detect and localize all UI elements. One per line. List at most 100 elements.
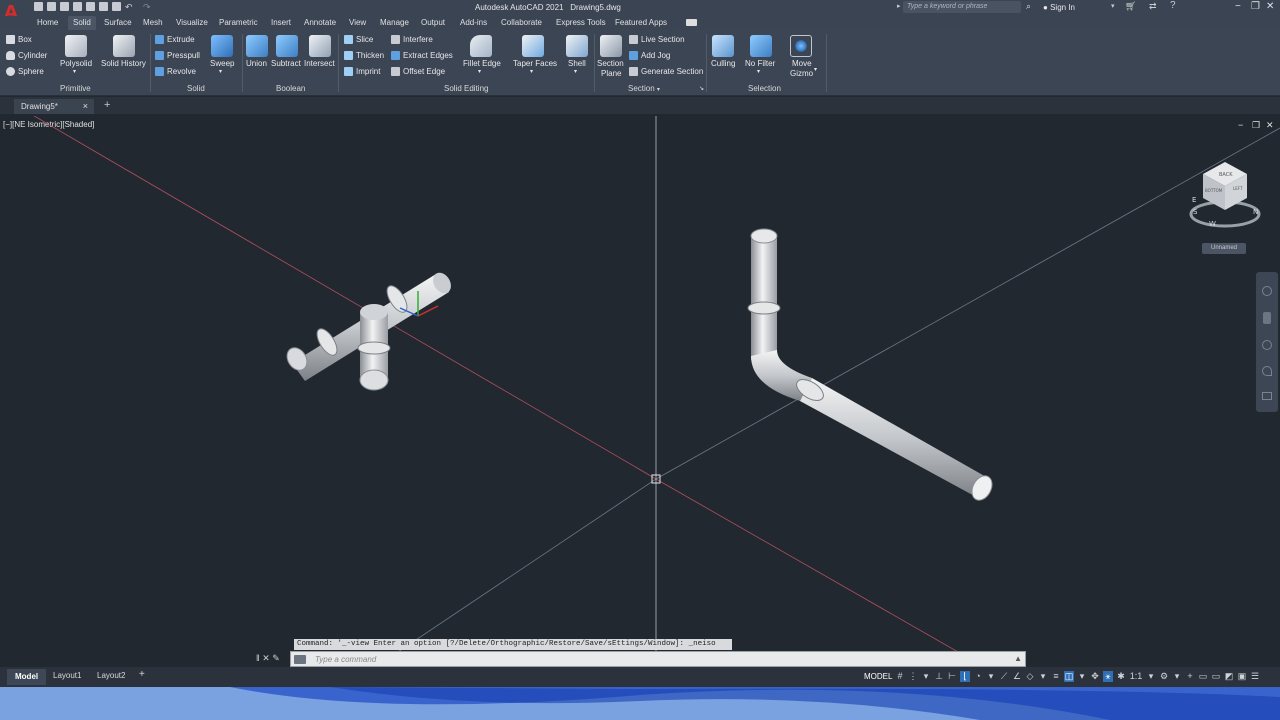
generate-section-button[interactable]: Generate Section	[629, 67, 703, 76]
extrude-button[interactable]: Extrude	[155, 35, 195, 44]
culling-icon[interactable]	[712, 35, 734, 57]
signin-dropdown-icon[interactable]: ▾	[1111, 2, 1115, 10]
drawing-viewport[interactable]: [−][NE Isometric][Shaded] − ❐ ✕	[0, 116, 1280, 664]
plot-icon[interactable]	[112, 2, 121, 11]
offset-edge-button[interactable]: Offset Edge	[391, 67, 445, 76]
redo-icon[interactable]: ↷	[143, 2, 157, 12]
thicken-button[interactable]: Thicken	[344, 51, 384, 60]
scale-dropdown-icon[interactable]: ▾	[1146, 671, 1156, 682]
union-button[interactable]: Union	[246, 59, 267, 68]
dynamic-input-icon[interactable]: ⊢	[947, 671, 957, 682]
file-tab-drawing5[interactable]: Drawing5* ×	[14, 99, 94, 114]
osnap-icon[interactable]: ◇	[1025, 671, 1035, 682]
polar-icon[interactable]: ◔	[973, 671, 983, 682]
taper-faces-button[interactable]: Taper Faces	[513, 59, 557, 68]
search-input[interactable]: Type a keyword or phrase	[903, 1, 1021, 13]
tab-parametric[interactable]: Parametric	[219, 18, 258, 27]
elbow-pipe-model[interactable]	[747, 228, 996, 504]
revolve-button[interactable]: Revolve	[155, 67, 196, 76]
tab-collaborate[interactable]: Collaborate	[501, 18, 542, 27]
subtract-button[interactable]: Subtract	[271, 59, 301, 68]
lineweight-icon[interactable]: ≡	[1051, 671, 1061, 682]
panel-title-section[interactable]: Section ▾	[628, 84, 660, 93]
navigation-bar[interactable]	[1256, 272, 1278, 412]
new-icon[interactable]	[34, 2, 43, 11]
exchange-icon[interactable]: ⇄	[1149, 1, 1157, 12]
model-space-indicator[interactable]: MODEL	[864, 672, 892, 681]
tab-insert[interactable]: Insert	[271, 18, 291, 27]
tab-surface[interactable]: Surface	[104, 18, 132, 27]
tab-add-ins[interactable]: Add-ins	[460, 18, 487, 27]
osnap-tracking-icon[interactable]: ∠	[1012, 671, 1022, 682]
tab-featured-apps[interactable]: Featured Apps	[615, 18, 667, 27]
sweep-button[interactable]: Sweep	[210, 59, 234, 68]
save-web-icon[interactable]	[99, 2, 108, 11]
fillet-edge-dropdown-icon[interactable]: ▾	[478, 68, 481, 75]
extract-edges-button[interactable]: Extract Edges	[391, 51, 453, 60]
interfere-button[interactable]: Interfere	[391, 35, 433, 44]
steering-wheel-icon[interactable]	[1262, 286, 1272, 296]
tab-solid[interactable]: Solid	[68, 16, 96, 30]
sweep-icon[interactable]	[211, 35, 233, 57]
tab-annotate[interactable]: Annotate	[304, 18, 336, 27]
infer-constraints-icon[interactable]: ⊥	[934, 671, 944, 682]
shell-dropdown-icon[interactable]: ▾	[574, 68, 577, 75]
annotation-scale-label[interactable]: 1:1	[1129, 671, 1143, 682]
recent-commands-icon[interactable]	[294, 655, 306, 664]
dialog-launcher-icon[interactable]: ↘	[699, 85, 704, 92]
customize-icon[interactable]: ✎	[272, 653, 280, 663]
annotation-visibility-icon[interactable]: ⚹	[1103, 671, 1113, 682]
selection-dropdown-icon[interactable]: ▾	[1077, 671, 1087, 682]
intersect-icon[interactable]	[309, 35, 331, 57]
solid-history-icon[interactable]	[113, 35, 135, 57]
customize-status-icon[interactable]: ☰	[1250, 671, 1260, 682]
polysolid-button[interactable]: Polysolid	[60, 59, 92, 68]
ortho-icon[interactable]: ⌊	[960, 671, 970, 682]
cart-icon[interactable]: 🛒︎	[1125, 1, 1136, 12]
section-plane-button[interactable]: Section	[597, 59, 624, 68]
move-gizmo-dropdown-icon[interactable]: ▾	[814, 66, 817, 73]
new-tab-button[interactable]: +	[104, 99, 110, 111]
shell-icon[interactable]	[566, 35, 588, 57]
shell-button[interactable]: Shell	[568, 59, 586, 68]
sphere-button[interactable]: Sphere	[6, 67, 44, 76]
section-plane-icon[interactable]	[600, 35, 622, 57]
add-layout-button[interactable]: +	[139, 669, 145, 680]
tab-home[interactable]: Home	[37, 18, 58, 27]
expand-history-icon[interactable]: ▲	[1014, 654, 1022, 663]
live-section-button[interactable]: Live Section	[629, 35, 685, 44]
save-as-icon[interactable]	[73, 2, 82, 11]
no-filter-icon[interactable]	[750, 35, 772, 57]
intersect-button[interactable]: Intersect	[304, 59, 335, 68]
fillet-edge-button[interactable]: Fillet Edge	[463, 59, 501, 68]
culling-button[interactable]: Culling	[711, 59, 735, 68]
workspace-dropdown-icon[interactable]: ▾	[1172, 671, 1182, 682]
ucs-menu[interactable]: Unnamed	[1202, 243, 1246, 254]
zoom-icon[interactable]	[1262, 340, 1272, 350]
tab-layout1[interactable]: Layout1	[53, 671, 81, 680]
view-cube[interactable]: BACK BOTTOM LEFT N S W E	[1183, 154, 1267, 230]
presspull-button[interactable]: Presspull	[155, 51, 200, 60]
subtract-icon[interactable]	[276, 35, 298, 57]
solid-history-button[interactable]: Solid History	[101, 59, 146, 68]
pan-icon[interactable]	[1263, 312, 1271, 324]
minimize-icon[interactable]: −	[1235, 1, 1241, 12]
snap-icon[interactable]: ⋮	[908, 671, 918, 682]
sweep-dropdown-icon[interactable]: ▾	[219, 68, 222, 75]
fillet-edge-icon[interactable]	[470, 35, 492, 57]
workspace-gear-icon[interactable]: ⚙	[1159, 671, 1169, 682]
tab-layout2[interactable]: Layout2	[97, 671, 125, 680]
taper-faces-icon[interactable]	[522, 35, 544, 57]
osnap-dropdown-icon[interactable]: ▾	[1038, 671, 1048, 682]
cylinder-button[interactable]: Cylinder	[6, 51, 47, 60]
grid-icon[interactable]: #	[895, 671, 905, 682]
add-jog-button[interactable]: Add Jog	[629, 51, 670, 60]
grip-icon[interactable]: ‖	[256, 653, 260, 663]
undo-icon[interactable]: ↶	[125, 2, 139, 12]
union-icon[interactable]	[246, 35, 268, 57]
selection-cycling-icon[interactable]: ◫	[1064, 671, 1074, 682]
auto-scale-icon[interactable]: ✱	[1116, 671, 1126, 682]
restore-icon[interactable]: ❐	[1251, 1, 1260, 12]
isodraft-icon[interactable]: ⟋	[999, 671, 1009, 682]
save-icon[interactable]	[60, 2, 69, 11]
